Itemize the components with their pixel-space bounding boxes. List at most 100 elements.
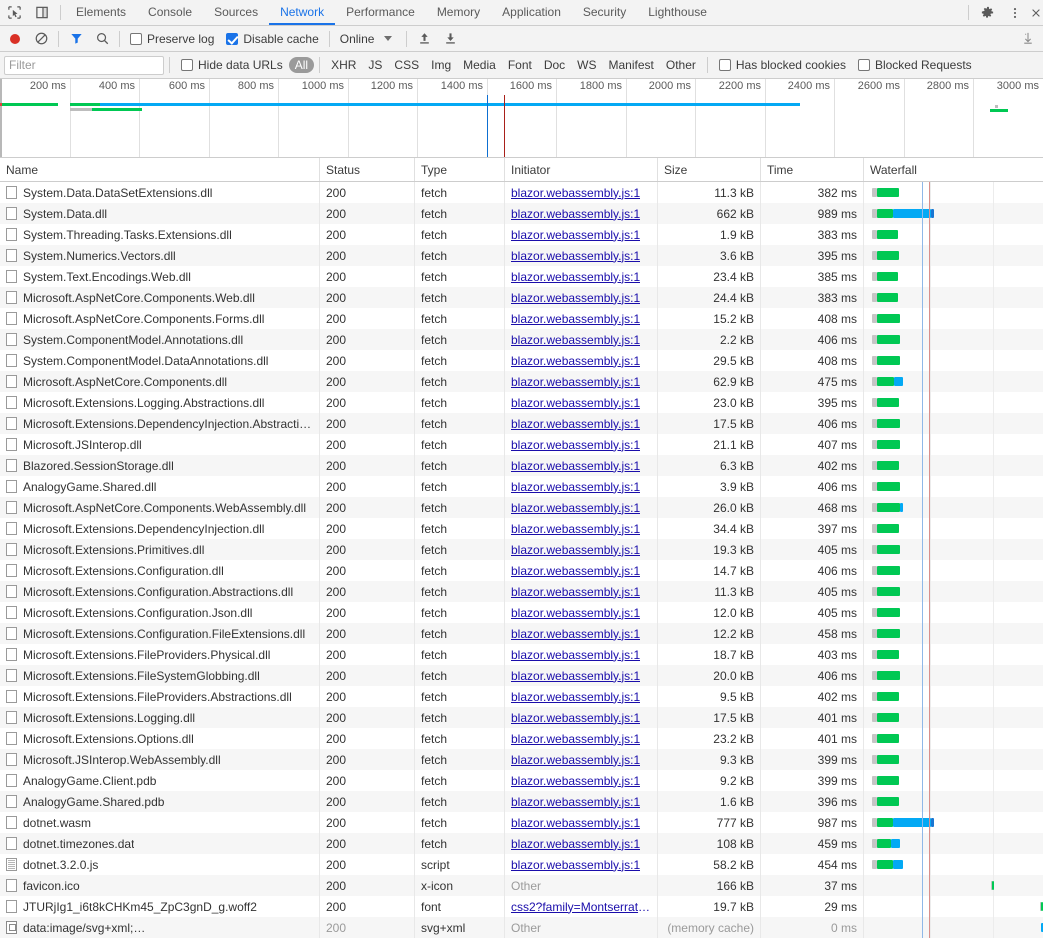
cell-initiator[interactable]: blazor.webassembly.js:1	[505, 329, 658, 350]
initiator-link[interactable]: blazor.webassembly.js:1	[511, 858, 640, 872]
cell-name[interactable]: dotnet.3.2.0.js	[0, 854, 320, 875]
initiator-link[interactable]: blazor.webassembly.js:1	[511, 312, 640, 326]
column-header-status[interactable]: Status	[320, 158, 415, 181]
cell-name[interactable]: Microsoft.AspNetCore.Components.Forms.dl…	[0, 308, 320, 329]
cell-name[interactable]: Microsoft.Extensions.Logging.Abstraction…	[0, 392, 320, 413]
cell-name[interactable]: Microsoft.AspNetCore.Components.WebAssem…	[0, 497, 320, 518]
initiator-link[interactable]: blazor.webassembly.js:1	[511, 564, 640, 578]
initiator-link[interactable]: blazor.webassembly.js:1	[511, 249, 640, 263]
filter-input[interactable]	[4, 56, 164, 75]
cell-name[interactable]: System.Numerics.Vectors.dll	[0, 245, 320, 266]
cell-initiator[interactable]: blazor.webassembly.js:1	[505, 203, 658, 224]
cell-initiator[interactable]: blazor.webassembly.js:1	[505, 581, 658, 602]
cell-name[interactable]: dotnet.timezones.dat	[0, 833, 320, 854]
tab-console[interactable]: Console	[137, 0, 203, 25]
cell-initiator[interactable]: blazor.webassembly.js:1	[505, 602, 658, 623]
filter-type-ws[interactable]: WS	[571, 57, 602, 73]
tab-lighthouse[interactable]: Lighthouse	[637, 0, 718, 25]
table-row[interactable]: Microsoft.Extensions.Options.dll200fetch…	[0, 728, 1043, 749]
table-row[interactable]: Microsoft.Extensions.Configuration.dll20…	[0, 560, 1043, 581]
initiator-link[interactable]: blazor.webassembly.js:1	[511, 396, 640, 410]
tab-application[interactable]: Application	[491, 0, 572, 25]
table-row[interactable]: Microsoft.Extensions.FileSystemGlobbing.…	[0, 665, 1043, 686]
cell-initiator[interactable]: blazor.webassembly.js:1	[505, 350, 658, 371]
initiator-link[interactable]: blazor.webassembly.js:1	[511, 354, 640, 368]
tab-performance[interactable]: Performance	[335, 0, 426, 25]
table-row[interactable]: Blazored.SessionStorage.dll200fetchblazo…	[0, 455, 1043, 476]
cell-initiator[interactable]: blazor.webassembly.js:1	[505, 182, 658, 203]
table-row[interactable]: Microsoft.Extensions.Configuration.Json.…	[0, 602, 1043, 623]
initiator-link[interactable]: blazor.webassembly.js:1	[511, 816, 640, 830]
table-row[interactable]: Microsoft.AspNetCore.Components.WebAssem…	[0, 497, 1043, 518]
column-header-time[interactable]: Time	[761, 158, 864, 181]
inspect-element-icon[interactable]	[0, 0, 28, 25]
filter-type-img[interactable]: Img	[425, 57, 457, 73]
cell-initiator[interactable]: blazor.webassembly.js:1	[505, 644, 658, 665]
filter-type-xhr[interactable]: XHR	[325, 57, 362, 73]
tab-security[interactable]: Security	[572, 0, 637, 25]
cell-initiator[interactable]: blazor.webassembly.js:1	[505, 623, 658, 644]
cell-name[interactable]: AnalogyGame.Client.pdb	[0, 770, 320, 791]
initiator-link[interactable]: blazor.webassembly.js:1	[511, 291, 640, 305]
cell-name[interactable]: Microsoft.AspNetCore.Components.dll	[0, 371, 320, 392]
cell-initiator[interactable]: blazor.webassembly.js:1	[505, 413, 658, 434]
cell-initiator[interactable]: blazor.webassembly.js:1	[505, 455, 658, 476]
table-row[interactable]: System.Data.DataSetExtensions.dll200fetc…	[0, 182, 1043, 203]
cell-name[interactable]: data:image/svg+xml;…	[0, 917, 320, 938]
table-row[interactable]: data:image/svg+xml;…200svg+xmlOther(memo…	[0, 917, 1043, 938]
filter-type-js[interactable]: JS	[362, 57, 388, 73]
clear-icon[interactable]	[28, 27, 54, 51]
cell-initiator[interactable]: blazor.webassembly.js:1	[505, 812, 658, 833]
cell-initiator[interactable]: blazor.webassembly.js:1	[505, 665, 658, 686]
cell-initiator[interactable]: blazor.webassembly.js:1	[505, 686, 658, 707]
cell-name[interactable]: favicon.ico	[0, 875, 320, 896]
column-header-waterfall[interactable]: Waterfall	[864, 158, 1043, 181]
cell-initiator[interactable]: blazor.webassembly.js:1	[505, 224, 658, 245]
initiator-link[interactable]: blazor.webassembly.js:1	[511, 711, 640, 725]
table-row[interactable]: Microsoft.Extensions.Logging.dll200fetch…	[0, 707, 1043, 728]
cell-name[interactable]: Microsoft.Extensions.Configuration.Abstr…	[0, 581, 320, 602]
initiator-link[interactable]: blazor.webassembly.js:1	[511, 207, 640, 221]
initiator-link[interactable]: blazor.webassembly.js:1	[511, 690, 640, 704]
table-row[interactable]: dotnet.wasm200fetchblazor.webassembly.js…	[0, 812, 1043, 833]
table-row[interactable]: Microsoft.Extensions.Configuration.Abstr…	[0, 581, 1043, 602]
more-vertical-icon[interactable]	[1001, 0, 1029, 25]
cell-initiator[interactable]: blazor.webassembly.js:1	[505, 560, 658, 581]
filter-type-all[interactable]: All	[289, 57, 314, 73]
tab-sources[interactable]: Sources	[203, 0, 269, 25]
close-icon[interactable]	[1029, 0, 1043, 25]
table-row[interactable]: JTURjIg1_i6t8kCHKm45_ZpC3gnD_g.woff2200f…	[0, 896, 1043, 917]
cell-name[interactable]: Microsoft.JSInterop.WebAssembly.dll	[0, 749, 320, 770]
table-row[interactable]: Microsoft.Extensions.Logging.Abstraction…	[0, 392, 1043, 413]
cell-initiator[interactable]: blazor.webassembly.js:1	[505, 791, 658, 812]
cell-initiator[interactable]: css2?family=Montserrat:it…	[505, 896, 658, 917]
initiator-link[interactable]: blazor.webassembly.js:1	[511, 501, 640, 515]
filter-type-manifest[interactable]: Manifest	[603, 57, 660, 73]
cell-initiator[interactable]: blazor.webassembly.js:1	[505, 497, 658, 518]
initiator-link[interactable]: blazor.webassembly.js:1	[511, 732, 640, 746]
table-row[interactable]: Microsoft.AspNetCore.Components.Forms.dl…	[0, 308, 1043, 329]
cell-initiator[interactable]: blazor.webassembly.js:1	[505, 707, 658, 728]
table-row[interactable]: System.ComponentModel.Annotations.dll200…	[0, 329, 1043, 350]
cell-name[interactable]: Microsoft.Extensions.FileSystemGlobbing.…	[0, 665, 320, 686]
table-row[interactable]: Microsoft.Extensions.Primitives.dll200fe…	[0, 539, 1043, 560]
device-toolbar-icon[interactable]	[28, 0, 56, 25]
filter-type-font[interactable]: Font	[502, 57, 538, 73]
initiator-link[interactable]: blazor.webassembly.js:1	[511, 459, 640, 473]
table-row[interactable]: AnalogyGame.Client.pdb200fetchblazor.web…	[0, 770, 1043, 791]
cell-name[interactable]: Microsoft.Extensions.FileProviders.Abstr…	[0, 686, 320, 707]
search-icon[interactable]	[89, 27, 115, 51]
cell-name[interactable]: System.ComponentModel.DataAnnotations.dl…	[0, 350, 320, 371]
table-row[interactable]: dotnet.3.2.0.js200scriptblazor.webassemb…	[0, 854, 1043, 875]
cell-initiator[interactable]: blazor.webassembly.js:1	[505, 266, 658, 287]
cell-name[interactable]: JTURjIg1_i6t8kCHKm45_ZpC3gnD_g.woff2	[0, 896, 320, 917]
table-row[interactable]: Microsoft.JSInterop.WebAssembly.dll200fe…	[0, 749, 1043, 770]
initiator-link[interactable]: blazor.webassembly.js:1	[511, 669, 640, 683]
tab-network[interactable]: Network	[269, 0, 335, 25]
cell-initiator[interactable]: blazor.webassembly.js:1	[505, 518, 658, 539]
cell-name[interactable]: AnalogyGame.Shared.dll	[0, 476, 320, 497]
table-row[interactable]: Microsoft.AspNetCore.Components.Web.dll2…	[0, 287, 1043, 308]
tab-elements[interactable]: Elements	[65, 0, 137, 25]
hide-data-urls-checkbox[interactable]: Hide data URLs	[175, 58, 289, 72]
cell-initiator[interactable]: blazor.webassembly.js:1	[505, 833, 658, 854]
